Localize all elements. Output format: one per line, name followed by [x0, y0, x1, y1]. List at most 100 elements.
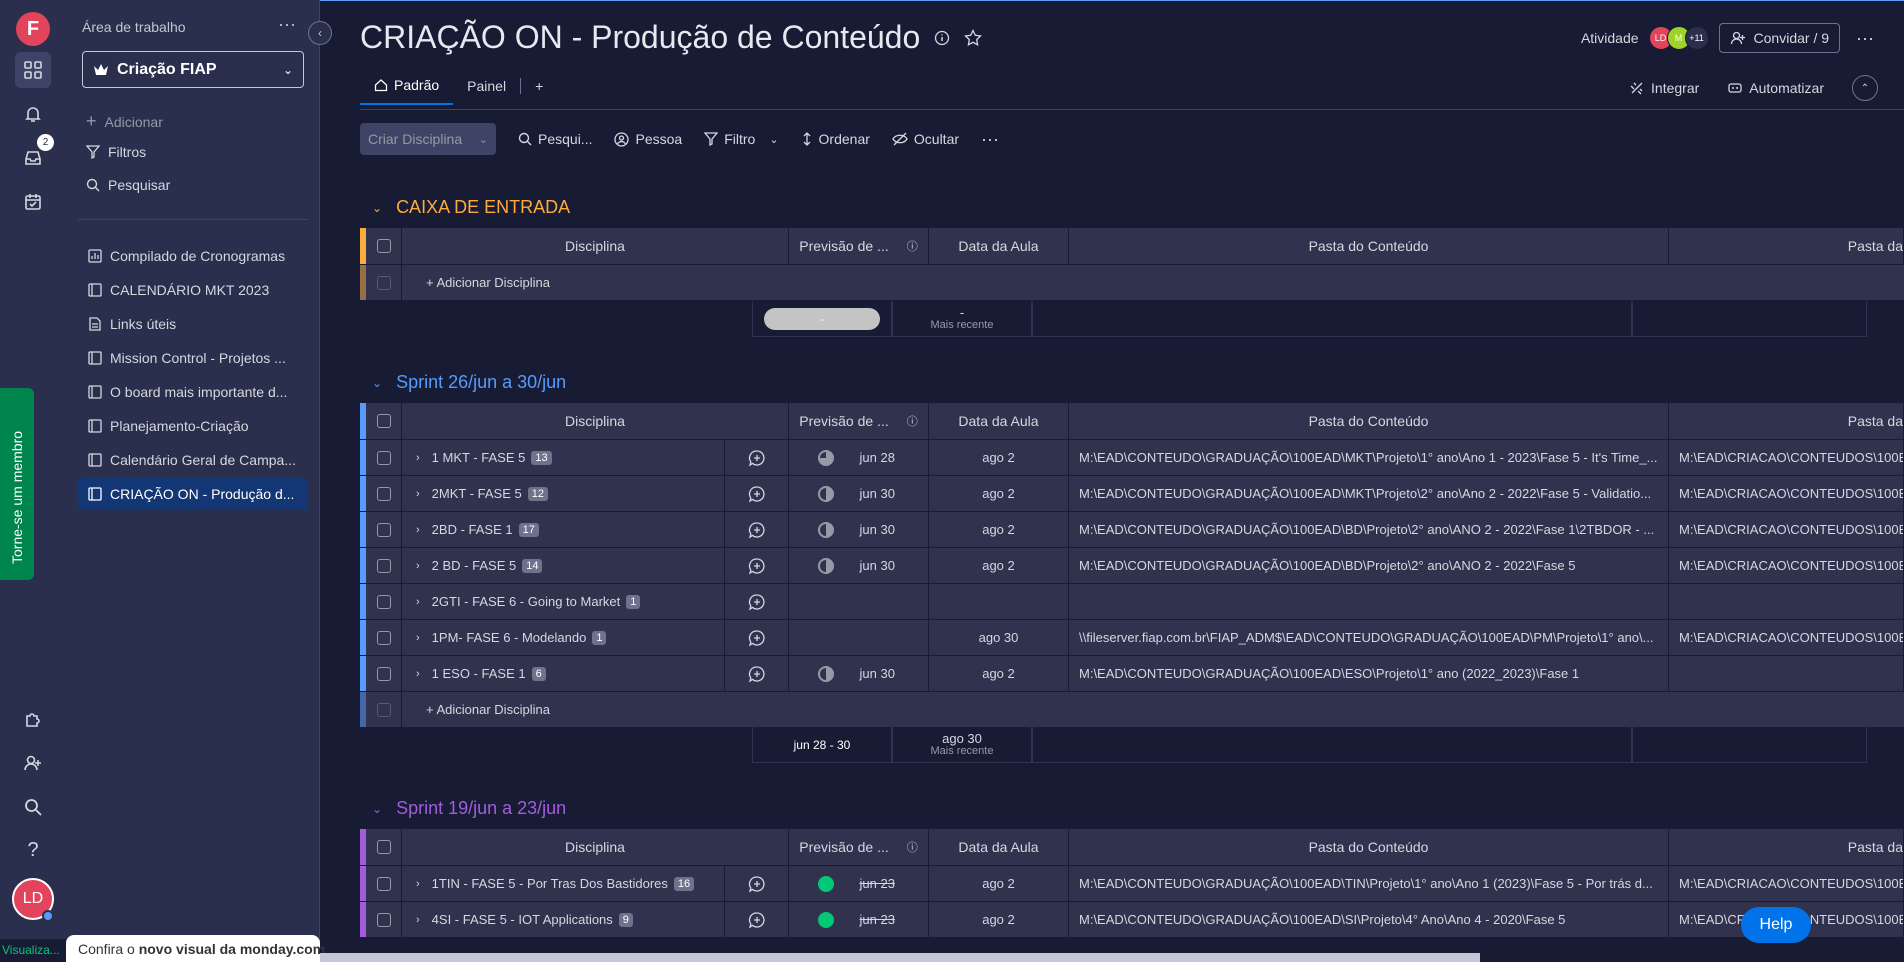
puzzle-icon[interactable]: [15, 702, 51, 738]
chevron-right-icon[interactable]: ›: [416, 524, 420, 536]
item-name-cell[interactable]: › 2 BD - FASE 5 14: [402, 548, 789, 583]
become-member-tab[interactable]: Torne-se um membro: [0, 388, 34, 580]
horizontal-scrollbar[interactable]: [320, 953, 1480, 962]
member-avatars[interactable]: LD M +11: [1648, 26, 1709, 50]
item-name-cell[interactable]: › 2GTI - FASE 6 - Going to Market 1: [402, 584, 789, 619]
chevron-right-icon[interactable]: ›: [416, 668, 420, 680]
add-update-icon[interactable]: [724, 620, 788, 655]
tab-default[interactable]: Padrão: [360, 77, 454, 105]
row-checkbox[interactable]: [366, 584, 402, 619]
hide-button[interactable]: Ocultar: [892, 131, 959, 147]
chevron-down-icon[interactable]: ⌄: [372, 802, 382, 816]
forecast-cell[interactable]: jun 30: [789, 512, 929, 547]
column-header-folder2[interactable]: Pasta da: [1669, 403, 1904, 439]
group-header-sprint-26[interactable]: ⌄ Sprint 26/jun a 30/jun: [372, 372, 566, 393]
table-row[interactable]: › 2 BD - FASE 5 14 jun 30 ago 2 M:\EAD\CONTEU…: [360, 548, 1904, 584]
group-header-sprint-19[interactable]: ⌄ Sprint 19/jun a 23/jun: [372, 798, 566, 819]
item-name-cell[interactable]: › 2MKT - FASE 5 12: [402, 476, 789, 511]
table-row[interactable]: › 1 ESO - FASE 1 6 jun 30 ago 2 M:\EAD\CONTEU…: [360, 656, 1904, 692]
collapse-header-button[interactable]: ⌃: [1852, 75, 1878, 101]
sidebar-board-item[interactable]: CALENDÁRIO MKT 2023: [78, 274, 308, 306]
table-row[interactable]: › 1TIN - FASE 5 - Por Tras Dos Bastidores…: [360, 866, 1904, 902]
column-header-folder2[interactable]: Pasta da: [1669, 228, 1904, 264]
forecast-cell[interactable]: [789, 620, 929, 655]
select-all-checkbox[interactable]: [366, 829, 402, 865]
search-button[interactable]: Pesquisar: [86, 177, 170, 193]
row-checkbox[interactable]: [366, 440, 402, 475]
add-item-input[interactable]: + Adicionar Disciplina: [402, 692, 550, 727]
column-header-forecast[interactable]: Previsão de ... ⓘ: [789, 228, 929, 264]
table-row[interactable]: › 1 MKT - FASE 5 13 jun 28 ago 2 M:\EAD\CONTE…: [360, 440, 1904, 476]
chevron-right-icon[interactable]: ›: [416, 632, 420, 644]
column-header-date[interactable]: Data da Aula: [929, 403, 1069, 439]
folder2-cell[interactable]: M:\EAD\CRIACAO\CONTEUDOS\100E: [1669, 548, 1904, 583]
column-header-name[interactable]: Disciplina: [402, 228, 789, 264]
chevron-down-icon[interactable]: ⌄: [372, 376, 382, 390]
column-header-name[interactable]: Disciplina: [402, 829, 789, 865]
add-update-icon[interactable]: [724, 866, 788, 901]
folder2-cell[interactable]: M:\EAD\CRIACAO\CONTEUDOS\100E: [1669, 440, 1904, 475]
folder-cell[interactable]: M:\EAD\CONTEUDO\GRADUAÇÃO\100EAD\BD\Proj…: [1069, 512, 1669, 547]
toolbar-search[interactable]: Pesqui...: [518, 131, 592, 147]
tab-dashboard[interactable]: Painel: [453, 78, 520, 104]
column-header-date[interactable]: Data da Aula: [929, 829, 1069, 865]
invite-member-icon[interactable]: [15, 745, 51, 781]
filters-button[interactable]: Filtros: [86, 144, 146, 160]
folder2-cell[interactable]: M:\EAD\CRIACAO\CONTEUDOS\100E: [1669, 620, 1904, 655]
row-checkbox[interactable]: [366, 656, 402, 691]
column-header-folder[interactable]: Pasta do Conteúdo: [1069, 228, 1669, 264]
column-header-folder2[interactable]: Pasta da: [1669, 829, 1904, 865]
select-all-checkbox[interactable]: [366, 228, 402, 264]
group-header-inbox[interactable]: ⌄ CAIXA DE ENTRADA: [372, 197, 570, 218]
folder2-cell[interactable]: M:\EAD\CRIACAO\CONTEUDOS\100E: [1669, 512, 1904, 547]
sidebar-board-item[interactable]: Planejamento-Criação: [78, 410, 308, 442]
column-header-folder[interactable]: Pasta do Conteúdo: [1069, 403, 1669, 439]
new-look-promo[interactable]: Confira o novo visual da monday.com: [66, 935, 325, 962]
chevron-right-icon[interactable]: ›: [416, 596, 420, 608]
sort-button[interactable]: Ordenar: [801, 131, 870, 147]
column-header-folder[interactable]: Pasta do Conteúdo: [1069, 829, 1669, 865]
info-icon[interactable]: [934, 30, 950, 46]
add-update-icon[interactable]: [724, 902, 788, 937]
row-checkbox[interactable]: [366, 902, 402, 937]
table-row[interactable]: › 2GTI - FASE 6 - Going to Market 1: [360, 584, 1904, 620]
forecast-cell[interactable]: [789, 584, 929, 619]
table-row[interactable]: › 1PM- FASE 6 - Modelando 1 ago 30 \\fileser…: [360, 620, 1904, 656]
folder-cell[interactable]: M:\EAD\CONTEUDO\GRADUAÇÃO\100EAD\ESO\Pro…: [1069, 656, 1669, 691]
workspace-more-icon[interactable]: ···: [278, 14, 296, 35]
item-name-cell[interactable]: › 1 MKT - FASE 5 13: [402, 440, 789, 475]
help-button[interactable]: Help: [1741, 907, 1811, 943]
star-icon[interactable]: [964, 28, 983, 47]
automate-button[interactable]: Automatizar: [1727, 80, 1824, 96]
create-item-button[interactable]: Criar Disciplina ⌄: [360, 123, 496, 155]
forecast-cell[interactable]: jun 30: [789, 656, 929, 691]
search-icon[interactable]: [15, 789, 51, 825]
add-item-row[interactable]: + Adicionar Disciplina: [360, 265, 1904, 301]
filter-button[interactable]: Filtro ⌄: [704, 131, 779, 147]
chevron-right-icon[interactable]: ›: [416, 914, 420, 926]
column-header-date[interactable]: Data da Aula: [929, 228, 1069, 264]
app-logo[interactable]: F: [16, 12, 50, 46]
add-update-icon[interactable]: [724, 656, 788, 691]
item-name-cell[interactable]: › 2BD - FASE 1 17: [402, 512, 789, 547]
workspace-selector[interactable]: Criação FIAP ⌄: [82, 51, 304, 88]
chevron-down-icon[interactable]: ⌄: [372, 201, 382, 215]
row-checkbox[interactable]: [366, 512, 402, 547]
folder-cell[interactable]: [1069, 584, 1669, 619]
folder2-cell[interactable]: [1669, 656, 1904, 691]
forecast-cell[interactable]: jun 30: [789, 476, 929, 511]
folder-cell[interactable]: \\fileserver.fiap.com.br\FIAP_ADM$\EAD\C…: [1069, 620, 1669, 655]
select-all-checkbox[interactable]: [366, 403, 402, 439]
chevron-right-icon[interactable]: ›: [416, 878, 420, 890]
date-cell[interactable]: [929, 584, 1069, 619]
sidebar-board-item[interactable]: Compilado de Cronogramas: [78, 240, 308, 272]
date-cell[interactable]: ago 2: [929, 902, 1069, 937]
forecast-cell[interactable]: jun 28: [789, 440, 929, 475]
invite-button[interactable]: Convidar / 9: [1718, 23, 1841, 53]
add-item-row[interactable]: + Adicionar Disciplina: [360, 692, 1904, 728]
column-header-forecast[interactable]: Previsão de ... ⓘ: [789, 403, 929, 439]
add-view-button[interactable]: +: [521, 78, 557, 104]
item-name-cell[interactable]: › 1 ESO - FASE 1 6: [402, 656, 789, 691]
date-cell[interactable]: ago 2: [929, 548, 1069, 583]
more-icon[interactable]: ···: [1856, 28, 1874, 49]
